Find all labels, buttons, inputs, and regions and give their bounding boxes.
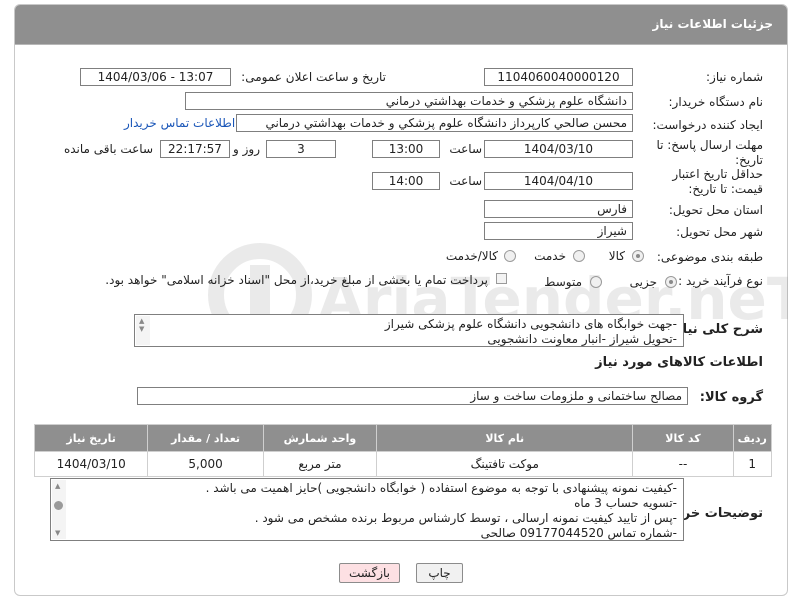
need-number-field: 1104060040000120 [484,68,633,86]
category-radio-goods-service[interactable] [504,250,516,262]
col-date: تاریخ نیاز [33,424,149,452]
col-unit: واحد شمارش [262,424,378,452]
goods-table: ردیف کد کالا نام کالا واحد شمارش تعداد /… [33,424,772,477]
category-option-goods: کالا [608,249,625,263]
payment-note: پرداخت تمام یا بخشی از مبلغ خرید،از محل … [105,273,488,287]
city-label: شهر محل تحویل: [676,225,763,239]
goods-section-title: اطلاعات کالاهای مورد نیاز [595,355,763,370]
col-row: ردیف [732,424,772,452]
city-field: شیراز [484,222,633,240]
description-textarea[interactable]: ▲ ▼ -جهت خوابگاه های دانشجویی دانشگاه عل… [134,314,684,347]
category-radio-service[interactable] [573,250,585,262]
deadline-time-field: 13:00 [372,140,440,158]
scroll-down-icon[interactable]: ▼ [55,530,60,537]
buyer-notes-textarea[interactable]: ▲ ▼ -کیفیت نمونه پیشنهادی با توجه به موض… [50,478,684,541]
buyer-note-line: -کیفیت نمونه پیشنهادی با توجه به موضوع ا… [205,481,677,495]
buyer-notes-scrollbar[interactable]: ▲ ▼ [52,480,66,539]
process-radio-minor[interactable] [665,276,677,288]
province-label: استان محل تحویل: [668,203,763,217]
description-line: -جهت خوابگاه های دانشجویی دانشگاه علوم پ… [384,317,677,331]
deadline-label: مهلت ارسال پاسخ: تا تاریخ: [656,138,763,167]
treasury-payment-checkbox[interactable] [496,273,507,284]
process-option-medium: متوسط [544,275,582,289]
buyer-org-label: نام دستگاه خریدار: [668,95,764,109]
deadline-date-field: 1404/03/10 [484,140,633,158]
remaining-time-field: 22:17:57 [160,140,230,158]
validity-time-word: ساعت [449,174,482,188]
creator-field: محسن صالحي كارپرداز دانشگاه علوم پزشكي و… [236,114,633,132]
remaining-days-field: 3 [266,140,336,158]
print-button[interactable]: چاپ [416,563,463,583]
buyer-org-field: دانشگاه علوم پزشكي و خدمات بهداشتي درمان… [185,92,633,110]
process-radio-medium[interactable] [590,276,602,288]
description-line: -تحویل شیراز -انبار معاونت دانشجویی [487,332,677,346]
day-and-label: روز و [233,142,260,156]
table-row[interactable]: 1 -- موکت تافتینگ متر مربع 5,000 1404/03… [33,451,772,477]
col-name: نام کالا [376,424,634,452]
validity-label: حداقل تاریخ اعتبار قیمت: تا تاریخ: [672,167,763,196]
category-option-service: خدمت [534,249,566,263]
cell-name: موکت تافتینگ [376,451,634,477]
validity-time-field: 14:00 [372,172,440,190]
table-header-row: ردیف کد کالا نام کالا واحد شمارش تعداد /… [33,424,772,452]
process-label: نوع فرآیند خرید : [678,274,763,288]
announce-label: تاریخ و ساعت اعلان عمومی: [241,70,386,84]
goods-group-label: گروه کالا: [699,390,763,405]
creator-label: ایجاد کننده درخواست: [652,118,763,132]
buyer-contact-link[interactable]: اطلاعات تماس خریدار [124,116,235,130]
buyer-note-line: -شماره تماس 09177044520 صالحی [480,526,677,540]
description-scrollbar[interactable]: ▲ ▼ [136,316,150,345]
cell-date: 1404/03/10 [33,451,149,477]
validity-date-field: 1404/04/10 [484,172,633,190]
buyer-note-line: -تسویه حساب 3 ماه [574,496,677,510]
scroll-thumb-icon[interactable] [54,501,63,510]
scroll-down-icon[interactable]: ▼ [139,326,144,333]
scroll-up-icon[interactable]: ▲ [139,318,144,325]
remaining-suffix-label: ساعت باقی مانده [63,142,153,156]
buyer-note-line: -پس از تایید کیفیت نمونه ارسالی ، توسط ک… [254,511,677,525]
category-label: طبقه بندی موضوعی: [656,250,763,264]
panel-header: جزئیات اطلاعات نیاز [15,5,787,45]
province-field: فارس [484,200,633,218]
process-option-minor: جزیی [629,275,657,289]
category-option-goods-service: کالا/خدمت [445,249,498,263]
back-button[interactable]: بازگشت [339,563,400,583]
col-qty: تعداد / مقدار [147,424,264,452]
cell-unit: متر مربع [262,451,378,477]
need-number-label: شماره نیاز: [706,70,763,84]
goods-group-field: مصالح ساختمانی و ملزومات ساخت و ساز [137,387,688,405]
cell-code: -- [632,451,734,477]
col-code: کد کالا [632,424,734,452]
cell-qty: 5,000 [147,451,264,477]
panel-title: جزئیات اطلاعات نیاز [652,17,773,31]
scroll-up-icon[interactable]: ▲ [55,483,60,490]
category-radio-goods[interactable] [632,250,644,262]
announce-field: 1404/03/06 - 13:07 [80,68,231,86]
deadline-time-word: ساعت [449,142,482,156]
cell-row: 1 [732,451,772,477]
